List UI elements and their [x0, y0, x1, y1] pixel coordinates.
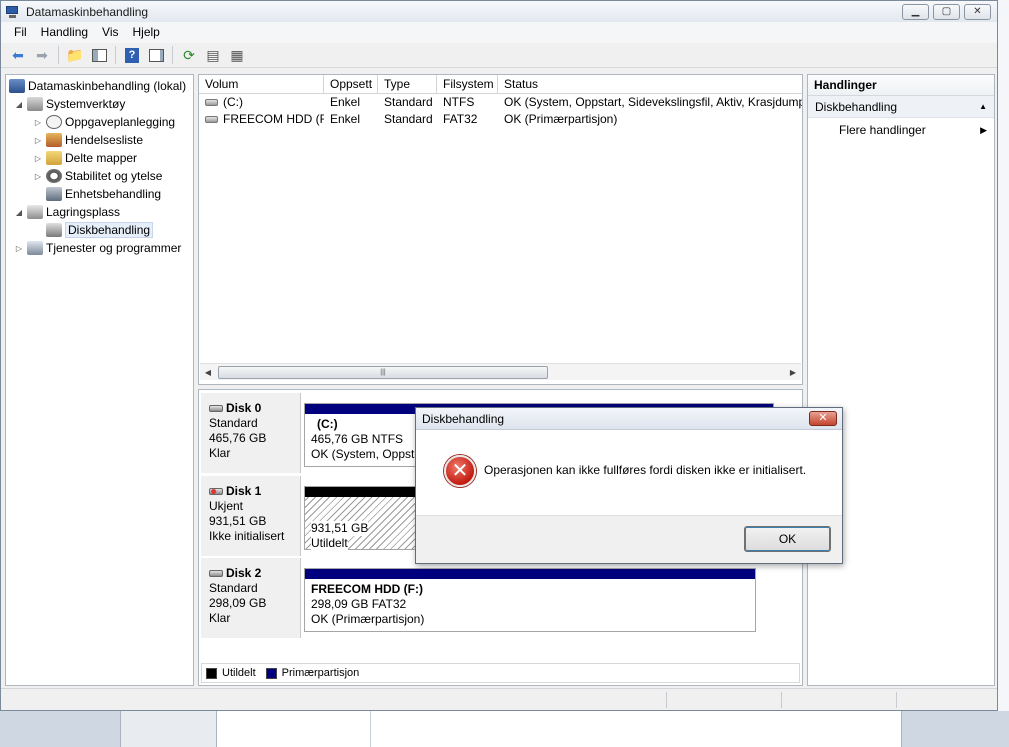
dialog-title-bar: Diskbehandling ✕ — [416, 408, 842, 430]
background-panel — [120, 711, 216, 747]
volume-row[interactable]: FREECOM HDD (F:) Enkel Standard FAT32 OK… — [199, 111, 802, 128]
collapse-icon[interactable]: ◢ — [14, 100, 24, 109]
error-icon: ✕ — [444, 455, 476, 487]
actions-pane: Handlinger Diskbehandling ▲ Flere handli… — [807, 74, 995, 686]
tree-item-shared-folders[interactable]: ▷ Delte mapper — [6, 149, 193, 167]
scrollbar-thumb[interactable]: ||| — [218, 366, 548, 379]
expand-icon[interactable]: ▷ — [33, 136, 43, 145]
partition-block[interactable]: FREECOM HDD (F:) 298,09 GB FAT32 OK (Pri… — [304, 568, 756, 632]
disk-info[interactable]: Disk 2 Standard 298,09 GB Klar — [201, 558, 301, 638]
tools-icon — [27, 97, 43, 111]
expand-icon[interactable]: ▷ — [33, 154, 43, 163]
submenu-arrow-icon: ▶ — [980, 125, 987, 135]
menu-action[interactable]: Handling — [34, 22, 95, 43]
tree-item-system-tools[interactable]: ◢ Systemverktøy — [6, 95, 193, 113]
minimize-button[interactable]: ▁ — [902, 4, 929, 20]
column-header-filesystem[interactable]: Filsystem — [437, 75, 498, 93]
more-actions-item[interactable]: Flere handlinger ▶ — [808, 118, 994, 142]
column-header-volume[interactable]: Volum — [199, 75, 324, 93]
close-button[interactable]: ✕ — [964, 4, 991, 20]
tree-item-task-scheduler[interactable]: ▷ Oppgaveplanlegging — [6, 113, 193, 131]
disk-info[interactable]: Disk 0 Standard 465,76 GB Klar — [201, 393, 301, 473]
scroll-right-icon[interactable]: ▶ — [785, 364, 801, 381]
disk-management-icon — [46, 223, 62, 237]
storage-icon — [27, 205, 43, 219]
scroll-left-icon[interactable]: ◀ — [200, 364, 216, 381]
forward-icon[interactable]: ➡ — [31, 45, 53, 65]
computer-management-icon — [5, 5, 21, 19]
dialog-close-button[interactable]: ✕ — [809, 411, 837, 426]
disk-settings-icon[interactable]: ▦ — [226, 45, 248, 65]
legend-swatch-unallocated — [206, 667, 217, 679]
actions-header: Handlinger — [808, 75, 994, 96]
collapse-icon[interactable]: ▲ — [979, 96, 987, 118]
status-bar — [1, 688, 997, 710]
tree-item-disk-management[interactable]: Diskbehandling — [6, 221, 193, 239]
error-dialog: Diskbehandling ✕ ✕ Operasjonen kan ikke … — [415, 407, 843, 564]
horizontal-scrollbar[interactable]: ◀ ||| ▶ — [200, 363, 801, 380]
column-header-layout[interactable]: Oppsett — [324, 75, 378, 93]
tree-item-storage[interactable]: ◢ Lagringsplass — [6, 203, 193, 221]
legend-swatch-primary — [265, 667, 277, 679]
drive-icon — [205, 116, 218, 124]
tree-item-services-apps[interactable]: ▷ Tjenester og programmer — [6, 239, 193, 257]
expand-icon[interactable]: ▷ — [33, 172, 43, 181]
event-viewer-icon — [46, 133, 62, 147]
window-title: Datamaskinbehandling — [26, 4, 149, 19]
legend: Utildelt Primærpartisjon — [201, 663, 800, 683]
background-panel — [216, 711, 902, 747]
menu-file[interactable]: Fil — [7, 22, 34, 43]
drive-icon — [205, 99, 218, 107]
refresh-icon[interactable]: ⟳ — [178, 45, 200, 65]
disk-icon — [209, 405, 223, 412]
menu-help[interactable]: Hjelp — [126, 22, 167, 43]
shared-folder-icon — [46, 151, 62, 165]
actions-section[interactable]: Diskbehandling ▲ — [808, 96, 994, 118]
dialog-title: Diskbehandling — [422, 412, 505, 426]
primary-partition-bar — [305, 569, 755, 579]
show-hide-tree-icon[interactable] — [88, 45, 110, 65]
help-icon[interactable]: ? — [121, 45, 143, 65]
console-tree: Datamaskinbehandling (lokal) ◢ Systemver… — [5, 74, 194, 686]
maximize-button[interactable]: ▢ — [933, 4, 960, 20]
background-window-edge — [998, 0, 1009, 747]
menu-bar: Fil Handling Vis Hjelp — [1, 22, 997, 43]
disk-info[interactable]: Disk 1 Ukjent 931,51 GB Ikke initialiser… — [201, 476, 301, 556]
performance-icon — [46, 169, 62, 183]
volume-row[interactable]: (C:) Enkel Standard NTFS OK (System, Opp… — [199, 94, 802, 111]
up-folder-icon[interactable]: 📁 — [64, 45, 86, 65]
disk-icon — [209, 570, 223, 577]
disk-row[interactable]: Disk 2 Standard 298,09 GB Klar FREECOM H… — [199, 558, 761, 638]
title-bar: Datamaskinbehandling ▁ ▢ ✕ — [1, 1, 997, 22]
volume-list: Volum Oppsett Type Filsystem Status (C:)… — [198, 74, 803, 385]
expand-icon[interactable]: ▷ — [14, 244, 24, 253]
tree-item-device-manager[interactable]: Enhetsbehandling — [6, 185, 193, 203]
properties-icon[interactable]: ▤ — [202, 45, 224, 65]
tree-item-reliability[interactable]: ▷ Stabilitet og ytelse — [6, 167, 193, 185]
column-header-status[interactable]: Status — [498, 75, 802, 93]
main-window: Datamaskinbehandling ▁ ▢ ✕ Fil Handling … — [0, 0, 998, 711]
disk-uninitialized-icon — [209, 488, 223, 495]
column-header-type[interactable]: Type — [378, 75, 437, 93]
dialog-body: ✕ Operasjonen kan ikke fullføres fordi d… — [416, 430, 842, 515]
ok-button[interactable]: OK — [744, 526, 831, 552]
services-icon — [27, 241, 43, 255]
tree-item-event-viewer[interactable]: ▷ Hendelsesliste — [6, 131, 193, 149]
tree-item-root[interactable]: Datamaskinbehandling (lokal) — [6, 77, 193, 95]
back-icon[interactable]: ⬅ — [7, 45, 29, 65]
computer-management-icon — [9, 79, 25, 93]
menu-view[interactable]: Vis — [95, 22, 125, 43]
clock-icon — [46, 115, 62, 129]
dialog-footer: OK — [416, 515, 842, 563]
device-manager-icon — [46, 187, 62, 201]
expand-icon[interactable]: ▷ — [33, 118, 43, 127]
volume-list-header: Volum Oppsett Type Filsystem Status — [199, 75, 802, 94]
toolbar: ⬅ ➡ 📁 ? ⟳ ▤ ▦ — [1, 43, 997, 68]
show-hide-action-pane-icon[interactable] — [145, 45, 167, 65]
dialog-message: Operasjonen kan ikke fullføres fordi dis… — [484, 463, 807, 477]
collapse-icon[interactable]: ◢ — [14, 208, 24, 217]
